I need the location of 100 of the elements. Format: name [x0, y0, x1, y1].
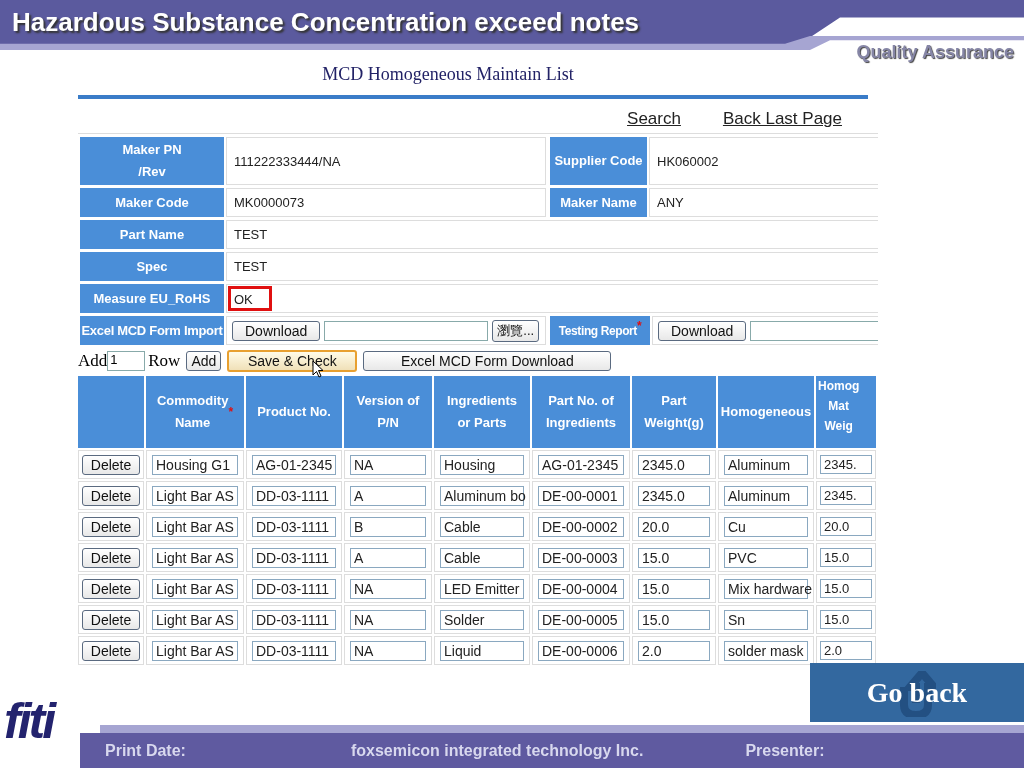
text-field[interactable]: Aluminum bo — [440, 485, 524, 506]
text-field[interactable]: Cable — [440, 547, 524, 568]
text-field[interactable]: Solder — [440, 609, 524, 630]
text-field[interactable]: NA — [350, 578, 426, 599]
delete-button[interactable]: Delete — [81, 640, 141, 661]
text-field[interactable]: Cable — [440, 516, 524, 537]
delete-button[interactable]: Delete — [81, 454, 141, 475]
required-mark: * — [228, 406, 234, 418]
text-field[interactable]: DD-03-1111 — [252, 578, 336, 599]
delete-button[interactable]: Delete — [81, 578, 141, 599]
text-field[interactable]: Cu — [724, 516, 808, 537]
text-field[interactable]: 2345. — [820, 486, 872, 505]
text-field[interactable]: DE-00-0001 — [538, 485, 624, 506]
text-field[interactable]: Liquid — [440, 640, 524, 661]
text-field[interactable]: PVC — [724, 547, 808, 568]
text-field[interactable]: 20.0 — [820, 517, 872, 536]
text-field[interactable]: DD-03-1111 — [252, 516, 336, 537]
field-label: Maker Code — [80, 188, 224, 217]
text-field[interactable]: 2345. — [820, 455, 872, 474]
text-field[interactable]: A — [350, 547, 426, 568]
text-field[interactable]: 2.0 — [638, 640, 710, 661]
print-date-label: Print Date: — [105, 741, 186, 760]
field-value: HK060002 — [656, 152, 720, 171]
text-field[interactable]: 15.0 — [820, 579, 872, 598]
text-field[interactable]: A — [350, 485, 426, 506]
text-field[interactable]: 15.0 — [820, 548, 872, 567]
field-label: Testing Report — [558, 322, 637, 340]
download-button[interactable]: Download — [232, 320, 321, 341]
text-field[interactable]: DE-00-0002 — [538, 516, 624, 537]
text-field[interactable]: 2.0 — [820, 641, 872, 660]
text-field[interactable]: LED Emitter — [440, 578, 524, 599]
field-value: ANY — [656, 194, 685, 212]
add-button[interactable]: Add — [186, 351, 222, 371]
column-header: Version of P/N — [355, 392, 421, 432]
text-field[interactable]: B — [350, 516, 426, 537]
row-label: Row — [148, 351, 181, 371]
text-field[interactable]: Light Bar AS — [152, 578, 238, 599]
column-header: Homog Mat Weig — [818, 378, 860, 435]
link[interactable]: Back Last Page — [722, 109, 842, 133]
text-field[interactable]: Housing G1 — [152, 454, 238, 475]
text-field[interactable]: 15.0 — [820, 610, 872, 629]
link[interactable]: Search — [627, 109, 681, 133]
text-field[interactable]: NA — [350, 609, 426, 630]
text-field[interactable]: AG-01-2345 — [252, 454, 336, 475]
presenter-label: Presenter: — [745, 741, 825, 760]
action-button[interactable]: Save & Check — [227, 350, 358, 372]
action-button[interactable]: Excel MCD Form Download — [363, 351, 612, 371]
company-logo: fiti — [4, 692, 54, 750]
text-field[interactable]: DD-03-1111 — [252, 640, 336, 661]
text-field[interactable]: DD-03-1111 — [252, 609, 336, 630]
text-field[interactable]: DD-03-1111 — [252, 547, 336, 568]
text-field[interactable]: DE-00-0004 — [538, 578, 624, 599]
text-field[interactable]: Light Bar AS — [152, 640, 238, 661]
required-mark: * — [636, 320, 642, 332]
text-field[interactable]: Housing — [440, 454, 524, 475]
text-field[interactable]: 15.0 — [638, 578, 710, 599]
download-button[interactable]: Download — [658, 320, 747, 341]
text-field[interactable]: NA — [350, 640, 426, 661]
field-value: TEST — [233, 226, 269, 244]
text-field[interactable]: DE-00-0003 — [538, 547, 624, 568]
file-field[interactable] — [750, 320, 878, 341]
text-field[interactable]: 2345.0 — [638, 485, 710, 506]
text-field[interactable]: Light Bar AS — [152, 485, 238, 506]
text-field[interactable]: 20.0 — [638, 516, 710, 537]
slide-title: Hazardous Substance Concentration exceed notes — [11, 6, 640, 38]
text-field[interactable]: Light Bar AS — [152, 516, 238, 537]
browse-button[interactable]: 瀏覽... — [492, 319, 540, 342]
field-label: Measure EU_RoHS — [80, 284, 224, 313]
text-field[interactable]: DE-00-0006 — [538, 640, 624, 661]
go-back-button[interactable]: Go back — [810, 663, 1024, 722]
company-name: foxsemicon integrated technology Inc. — [350, 741, 644, 760]
text-field[interactable]: AG-01-2345 — [538, 454, 624, 475]
field-label: Spec — [80, 252, 224, 281]
text-field[interactable]: 2345.0 — [638, 454, 710, 475]
field-value: 111222333444/NA — [233, 152, 342, 171]
text-field[interactable]: 15.0 — [638, 609, 710, 630]
text-field[interactable]: NA — [350, 454, 426, 475]
delete-button[interactable]: Delete — [81, 547, 141, 568]
text-field[interactable]: DD-03-1111 — [252, 485, 336, 506]
field-label: Maker Name — [550, 188, 647, 217]
file-field[interactable] — [324, 320, 489, 341]
field-label: Excel MCD Form Import — [80, 316, 224, 345]
text-field[interactable]: DE-00-0005 — [538, 609, 624, 630]
delete-button[interactable]: Delete — [81, 516, 141, 537]
text-field[interactable]: 15.0 — [638, 547, 710, 568]
text-field[interactable]: Sn — [724, 609, 808, 630]
text-field[interactable]: Aluminum — [724, 485, 808, 506]
text-field[interactable]: solder mask — [724, 640, 808, 661]
column-header: Product No. — [257, 403, 331, 421]
text-field[interactable]: Aluminum — [724, 454, 808, 475]
text-field[interactable]: Light Bar AS — [152, 547, 238, 568]
row-count-field[interactable]: 1 — [107, 351, 146, 371]
delete-button[interactable]: Delete — [81, 609, 141, 630]
column-header: Part Weight(g) — [644, 392, 704, 432]
column-header: Part No. of Ingredients — [545, 392, 617, 432]
field-label: Supplier Code — [550, 137, 647, 185]
field-value: MK0000073 — [233, 194, 306, 212]
field-value: OK — [228, 286, 272, 311]
text-field[interactable]: Light Bar AS — [152, 609, 238, 630]
delete-button[interactable]: Delete — [81, 485, 141, 506]
